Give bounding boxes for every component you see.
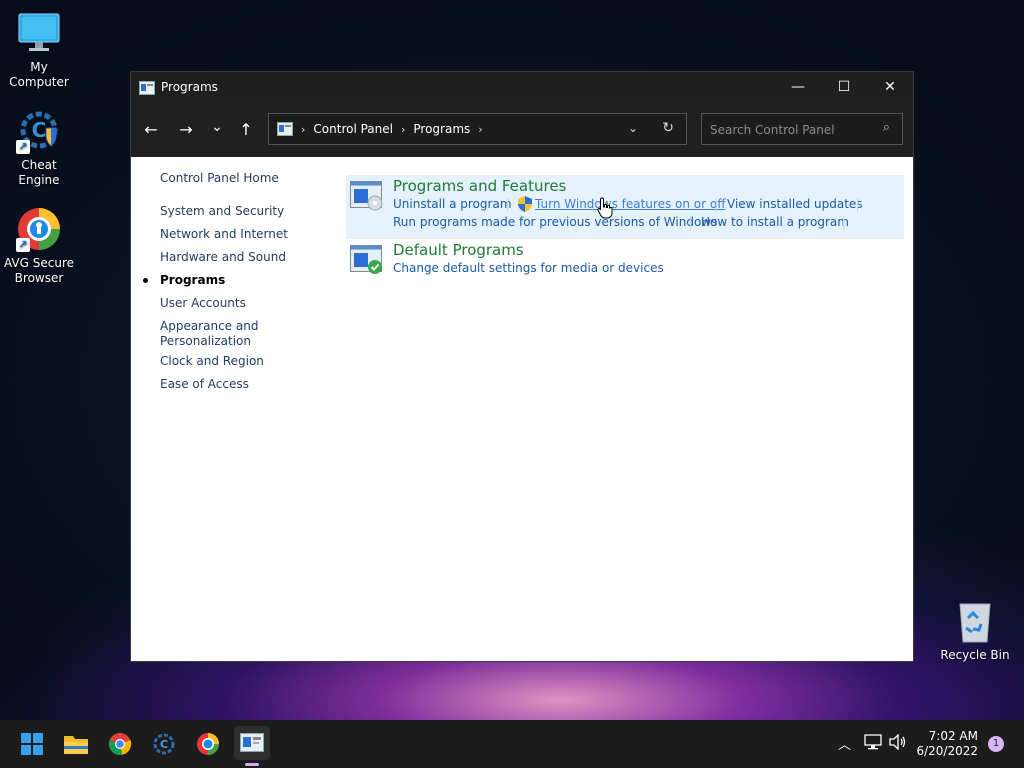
file-explorer-icon[interactable]	[62, 730, 90, 758]
refresh-icon[interactable]: ↻	[662, 120, 674, 136]
svg-text:C: C	[160, 738, 168, 751]
content-area: Control Panel Home System and Security N…	[131, 157, 913, 661]
hand-cursor-icon	[597, 197, 613, 219]
link-separator	[507, 198, 508, 212]
notification-badge[interactable]: 1	[988, 736, 1004, 752]
forward-button[interactable]: →	[171, 114, 201, 144]
control-panel-taskbar-icon[interactable]	[234, 726, 270, 760]
link-separator	[690, 216, 691, 230]
desktop-icon-cheat-engine[interactable]: C ↗ Cheat Engine	[0, 108, 78, 188]
section-programs-and-features: Programs and Features Uninstall a progra…	[346, 175, 904, 239]
window-title: Programs	[161, 80, 218, 94]
default-programs-icon	[350, 245, 384, 275]
programs-and-features-link[interactable]: Programs and Features	[393, 177, 566, 195]
desktop-icon-label: Recycle Bin	[940, 648, 1010, 662]
cheat-engine-taskbar-icon[interactable]: C	[150, 730, 178, 758]
desktop-icon-recycle-bin[interactable]: Recycle Bin	[936, 598, 1014, 663]
back-button[interactable]: ←	[136, 114, 166, 144]
left-nav-control-panel-home[interactable]: Control Panel Home	[160, 171, 279, 186]
control-panel-icon	[139, 80, 155, 95]
section-default-programs: Default Programs Change default settings…	[346, 239, 904, 279]
control-panel-window: Programs — ☐ ✕ ← → ⌄ ↑ › Control Panel ›…	[130, 71, 914, 662]
avg-browser-taskbar-icon[interactable]	[194, 730, 222, 758]
shortcut-arrow-icon: ↗	[16, 140, 30, 154]
desktop-icon-label: My Computer	[9, 60, 69, 89]
desktop-icon-label: AVG Secure Browser	[3, 256, 75, 285]
search-input[interactable]	[708, 120, 872, 140]
chevron-down-icon[interactable]: ⌄	[628, 121, 638, 135]
programs-and-features-icon	[350, 181, 384, 211]
system-clock[interactable]: 7:02 AM 6/20/2022	[916, 729, 978, 759]
shortcut-arrow-icon: ↗	[16, 238, 30, 252]
volume-icon[interactable]	[889, 733, 907, 754]
desktop-icon-avg-browser[interactable]: ↗ AVG Secure Browser	[0, 206, 78, 286]
left-nav-hardware-and-sound[interactable]: Hardware and Sound	[160, 250, 286, 265]
desktop-icon-label: Cheat Engine	[18, 158, 60, 187]
chrome-icon[interactable]	[106, 730, 134, 758]
how-to-install-program-link[interactable]: How to install a program	[701, 215, 849, 229]
minimize-button[interactable]: —	[775, 72, 821, 102]
control-panel-icon	[277, 122, 293, 136]
default-programs-link[interactable]: Default Programs	[393, 241, 524, 259]
address-bar[interactable]: › Control Panel › Programs › ⌄ ↻	[268, 113, 687, 145]
recent-locations-button[interactable]: ⌄	[202, 112, 232, 142]
start-windows-icon[interactable]	[18, 730, 46, 758]
breadcrumb-separator-icon[interactable]: ›	[478, 123, 482, 136]
title-bar[interactable]: Programs — ☐ ✕	[131, 72, 913, 102]
maximize-button[interactable]: ☐	[821, 72, 867, 102]
left-nav-programs: Programs	[160, 273, 226, 287]
recycle-bin-icon	[952, 598, 998, 644]
left-nav-ease-of-access[interactable]: Ease of Access	[160, 377, 249, 392]
clock-date: 6/20/2022	[916, 744, 978, 758]
computer-icon	[16, 10, 62, 56]
active-app-indicator	[245, 763, 259, 766]
breadcrumb-programs[interactable]: Programs	[413, 122, 470, 136]
turn-windows-features-link[interactable]: Turn Windows features on or off	[535, 197, 726, 211]
run-older-programs-link[interactable]: Run programs made for previous versions …	[393, 215, 717, 229]
search-icon[interactable]: ⌕	[883, 120, 890, 135]
desktop-icon-my-computer[interactable]: My Computer	[0, 10, 78, 90]
up-button[interactable]: ↑	[231, 114, 261, 144]
close-button[interactable]: ✕	[867, 72, 913, 102]
left-nav-clock-and-region[interactable]: Clock and Region	[160, 354, 264, 369]
clock-time: 7:02 AM	[928, 729, 978, 743]
breadcrumb-separator-icon[interactable]: ›	[401, 123, 405, 136]
breadcrumb-separator-icon: ›	[301, 122, 306, 136]
svg-text:C: C	[32, 118, 47, 142]
left-nav-system-and-security[interactable]: System and Security	[160, 204, 284, 219]
show-hidden-icons-icon[interactable]: ︿	[838, 734, 851, 753]
taskbar: C ︿ 7:02 AM 6/20/2022 1	[0, 720, 1024, 768]
link-separator	[843, 216, 844, 230]
link-separator	[716, 198, 717, 212]
change-default-settings-link[interactable]: Change default settings for media or dev…	[393, 261, 664, 275]
navigation-bar: ← → ⌄ ↑ › Control Panel › Programs › ⌄ ↻…	[131, 102, 913, 157]
network-icon[interactable]	[864, 734, 882, 754]
active-bullet-icon	[143, 278, 148, 283]
link-separator	[857, 198, 858, 212]
shield-icon	[518, 196, 532, 212]
left-nav-network-and-internet[interactable]: Network and Internet	[160, 227, 288, 242]
view-installed-updates-link[interactable]: View installed updates	[727, 197, 863, 211]
avg-browser-icon: ↗	[16, 206, 62, 252]
left-nav-appearance-and-personalization[interactable]: Appearance and Personalization	[160, 319, 270, 349]
search-box[interactable]: ⌕	[701, 113, 903, 145]
cheat-engine-icon: C ↗	[16, 108, 62, 154]
left-nav-user-accounts[interactable]: User Accounts	[160, 296, 246, 311]
uninstall-program-link[interactable]: Uninstall a program	[393, 197, 512, 211]
breadcrumb-control-panel[interactable]: Control Panel	[313, 122, 393, 136]
